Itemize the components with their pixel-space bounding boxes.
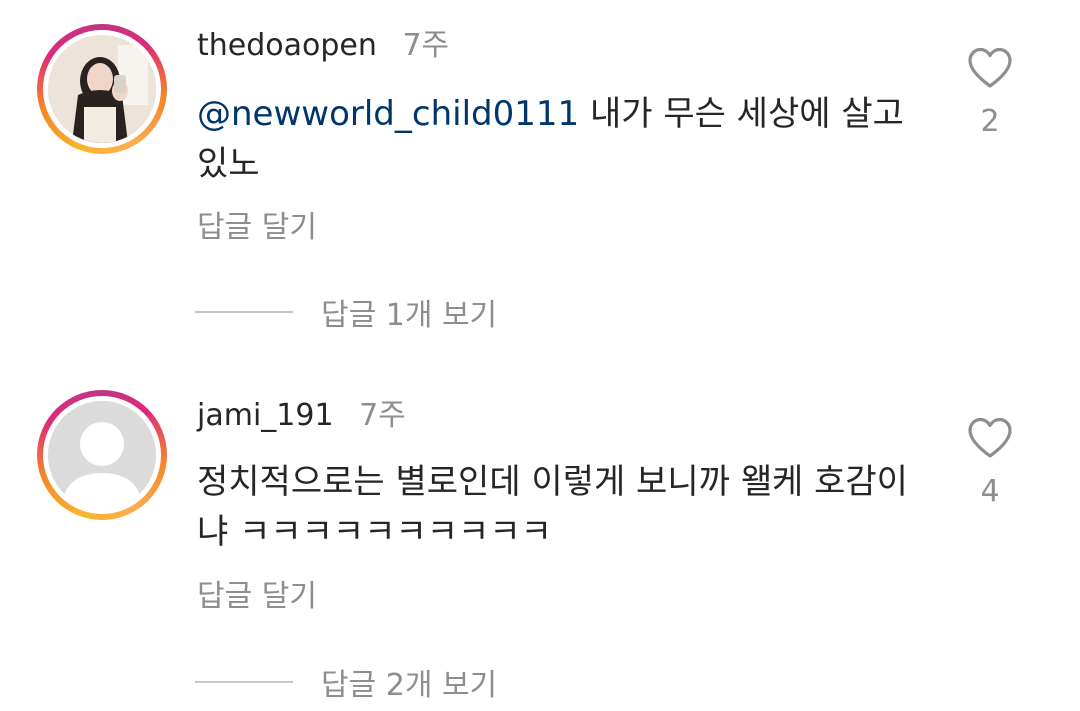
like-control: 2	[960, 46, 1020, 140]
avatar	[48, 35, 156, 143]
comment-item: jami_191 7주 정치적으로는 별로인데 이렇게 보니까 왤케 호감이냐 …	[0, 370, 1080, 711]
story-ring[interactable]	[37, 24, 167, 154]
reply-button[interactable]: 답글 달기	[197, 208, 317, 248]
comment-header: thedoaopen 7주	[197, 26, 449, 66]
avatar	[48, 401, 156, 509]
heart-outline-icon[interactable]	[966, 416, 1014, 460]
avatar-photo	[48, 35, 156, 143]
replies-divider	[195, 681, 293, 683]
replies-divider	[195, 311, 293, 313]
view-replies-label: 답글 1개 보기	[321, 298, 498, 333]
mention-link[interactable]: @newworld_child0111	[197, 94, 579, 134]
comment-item: thedoaopen 7주 @newworld_child0111 내가 무슨 …	[0, 0, 1080, 360]
like-count: 2	[980, 104, 1000, 139]
view-replies-button[interactable]: 답글 1개 보기	[195, 292, 498, 333]
heart-outline-icon[interactable]	[966, 46, 1014, 90]
default-user-icon	[48, 401, 156, 509]
comment-text: @newworld_child0111 내가 무슨 세상에 살고 있노	[197, 89, 937, 189]
comment-header: jami_191 7주	[197, 396, 406, 436]
comment-timestamp: 7주	[359, 398, 406, 433]
username-link[interactable]: thedoaopen	[197, 28, 377, 63]
view-replies-button[interactable]: 답글 2개 보기	[195, 662, 498, 703]
username-link[interactable]: jami_191	[197, 398, 334, 433]
story-ring[interactable]	[37, 390, 167, 520]
comment-text: 정치적으로는 별로인데 이렇게 보니까 왤케 호감이냐 ㅋㅋㅋㅋㅋㅋㅋㅋㅋㅋ	[197, 457, 937, 557]
comment-timestamp: 7주	[402, 28, 450, 63]
comment-body: 정치적으로는 별로인데 이렇게 보니까 왤케 호감이냐 ㅋㅋㅋㅋㅋㅋㅋㅋㅋㅋ	[197, 462, 908, 552]
like-control: 4	[960, 416, 1020, 510]
reply-button[interactable]: 답글 달기	[197, 577, 317, 617]
view-replies-label: 답글 2개 보기	[321, 668, 498, 703]
like-count: 4	[980, 474, 1000, 509]
